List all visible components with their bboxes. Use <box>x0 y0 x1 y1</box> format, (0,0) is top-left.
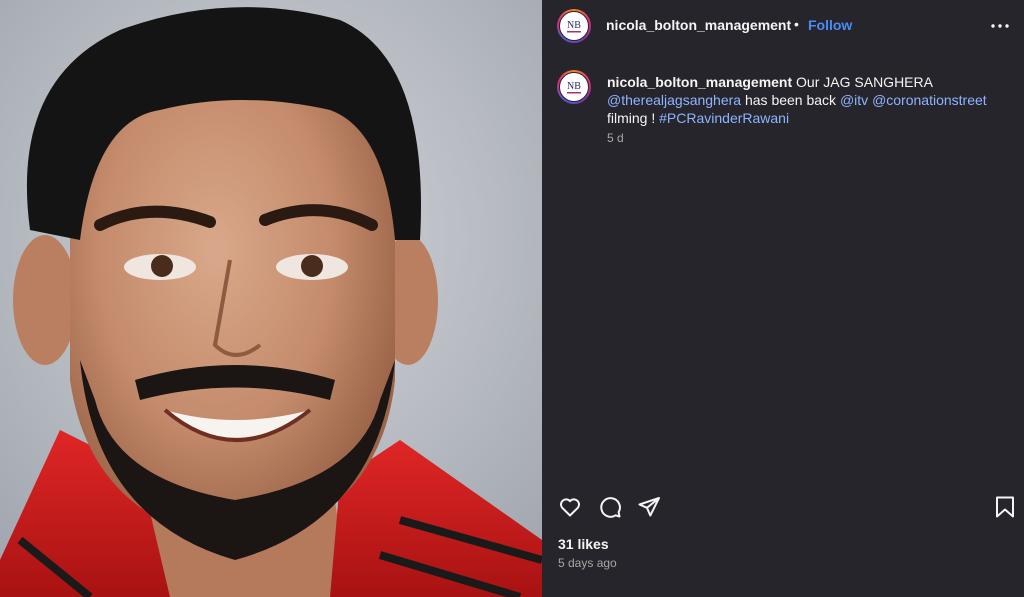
caption-author[interactable]: nicola_bolton_management <box>607 74 792 90</box>
post-header: NB nicola_bolton_management • Follow <box>542 0 1024 52</box>
paper-plane-icon[interactable] <box>636 494 662 520</box>
account-username[interactable]: nicola_bolton_management <box>606 17 791 33</box>
hashtag-link[interactable]: #PCRavinderRawani <box>659 110 789 126</box>
caption-timestamp[interactable]: 5 d <box>607 131 624 145</box>
mention-link[interactable]: @coronationstreet <box>872 92 987 108</box>
more-options-icon[interactable] <box>988 14 1012 38</box>
svg-text:NB: NB <box>567 81 581 92</box>
caption-text: Our JAG SANGHERA <box>792 74 933 90</box>
instagram-post: NB nicola_bolton_management • Follow NB <box>0 0 1024 597</box>
mention-link[interactable]: @therealjagsanghera <box>607 92 741 108</box>
account-avatar[interactable]: NB <box>557 9 591 43</box>
action-bar <box>542 494 1024 522</box>
post-photo[interactable] <box>0 0 542 597</box>
comment-icon[interactable] <box>597 494 623 520</box>
follow-button[interactable]: Follow <box>808 17 852 33</box>
post-side-panel: NB nicola_bolton_management • Follow NB <box>542 0 1024 597</box>
nb-logo-icon: NB <box>567 20 581 33</box>
separator-dot: • <box>794 16 799 32</box>
post-caption: nicola_bolton_management Our JAG SANGHER… <box>607 73 1007 127</box>
likes-count[interactable]: 31 likes <box>558 536 609 552</box>
post-age[interactable]: 5 days ago <box>558 556 617 570</box>
nb-logo-icon: NB <box>567 81 581 94</box>
mention-link[interactable]: @itv <box>840 92 868 108</box>
caption-text: filming ! <box>607 110 660 126</box>
portrait-image <box>0 0 542 597</box>
caption-avatar[interactable]: NB <box>557 70 591 104</box>
svg-text:NB: NB <box>567 20 581 31</box>
heart-icon[interactable] <box>557 494 583 520</box>
caption-text: has been back <box>741 92 840 108</box>
bookmark-icon[interactable] <box>992 494 1018 520</box>
